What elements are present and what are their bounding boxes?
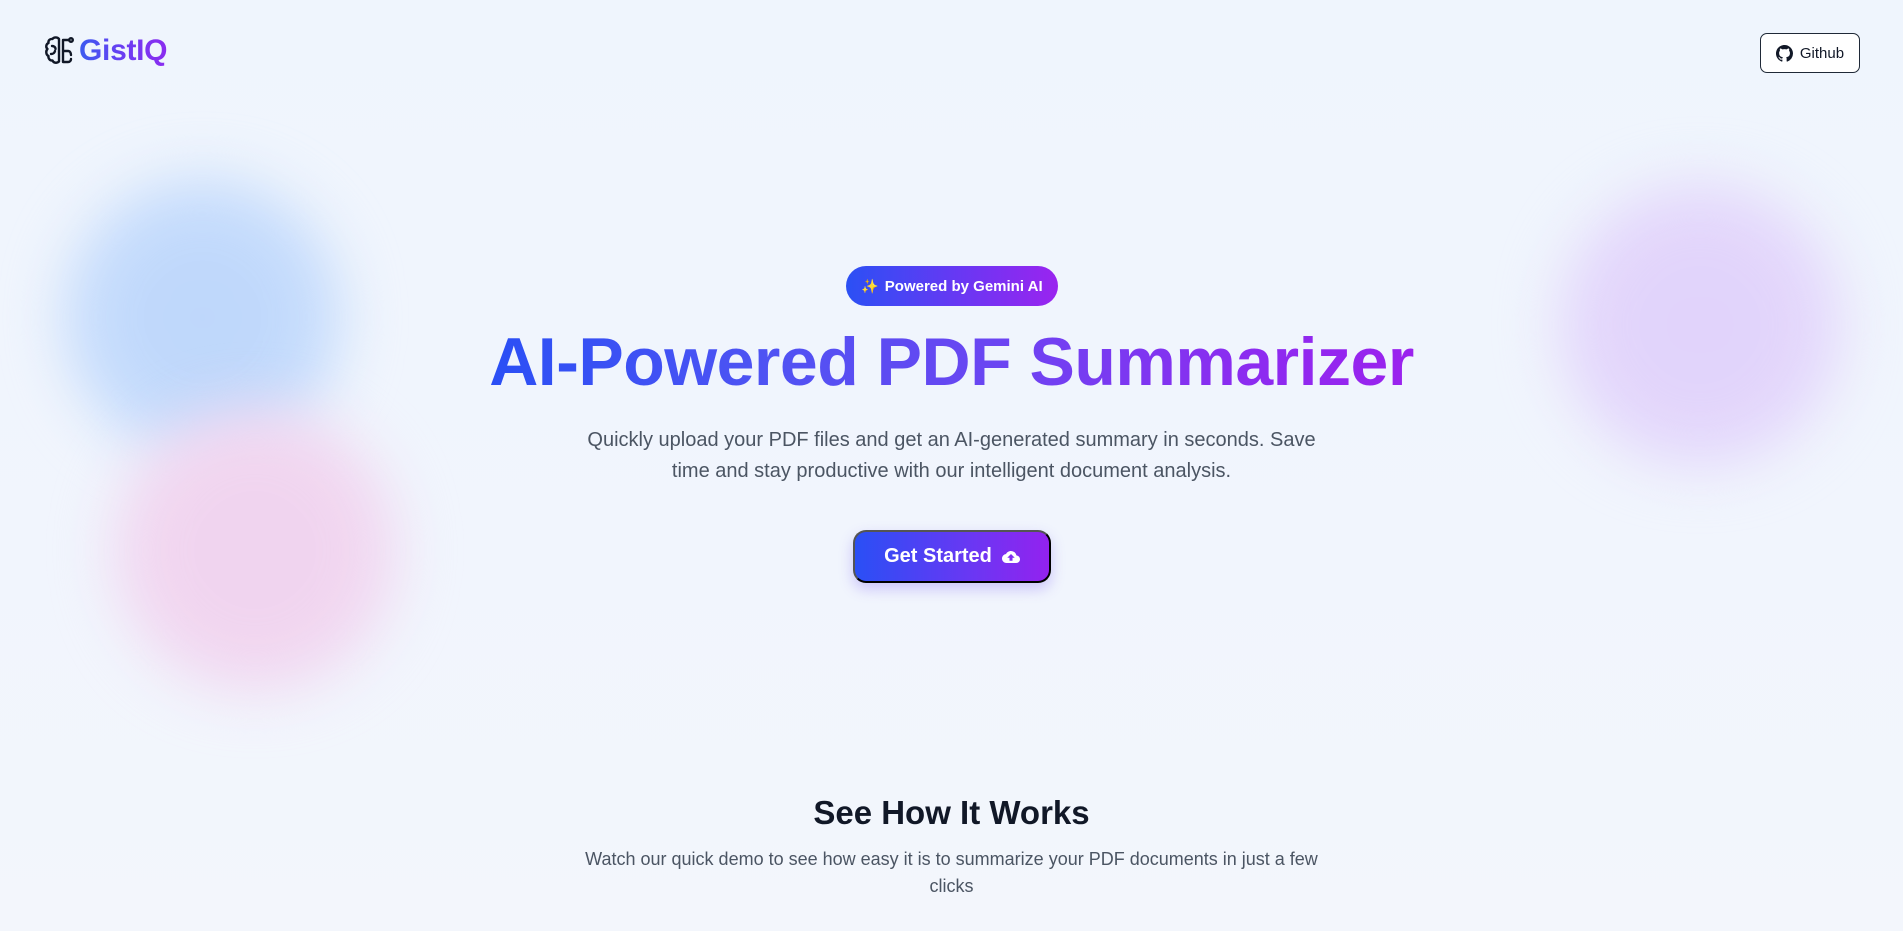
badge-label: Powered by Gemini AI	[884, 277, 1043, 295]
site-header: GistIQ Github	[0, 0, 1903, 104]
hero-title-text: AI-Powered PDF Summarizer	[489, 324, 1414, 400]
get-started-label: Get Started	[884, 545, 992, 567]
sparkles-icon: ✨	[861, 277, 879, 294]
how-it-works-title: See How It Works	[813, 794, 1090, 831]
github-button[interactable]: Github	[1760, 33, 1860, 73]
get-started-button[interactable]: Get Started	[853, 530, 1051, 583]
brain-icon	[44, 34, 76, 68]
github-button-label: Github	[1799, 44, 1845, 62]
logo-link[interactable]: GistIQ	[44, 34, 168, 68]
cloud-upload-icon	[1001, 548, 1020, 566]
powered-by-badge: ✨ Powered by Gemini AI	[846, 266, 1058, 306]
logo-text: GistIQ	[79, 34, 168, 67]
hero-title: AI-Powered PDF Summarizer	[0, 322, 1903, 402]
hero-subtitle: Quickly upload your PDF files and get an…	[587, 429, 1316, 482]
github-icon	[1775, 44, 1793, 62]
how-it-works-subtitle: Watch our quick demo to see how easy it …	[585, 849, 1318, 896]
background-blob-pink	[110, 405, 400, 695]
